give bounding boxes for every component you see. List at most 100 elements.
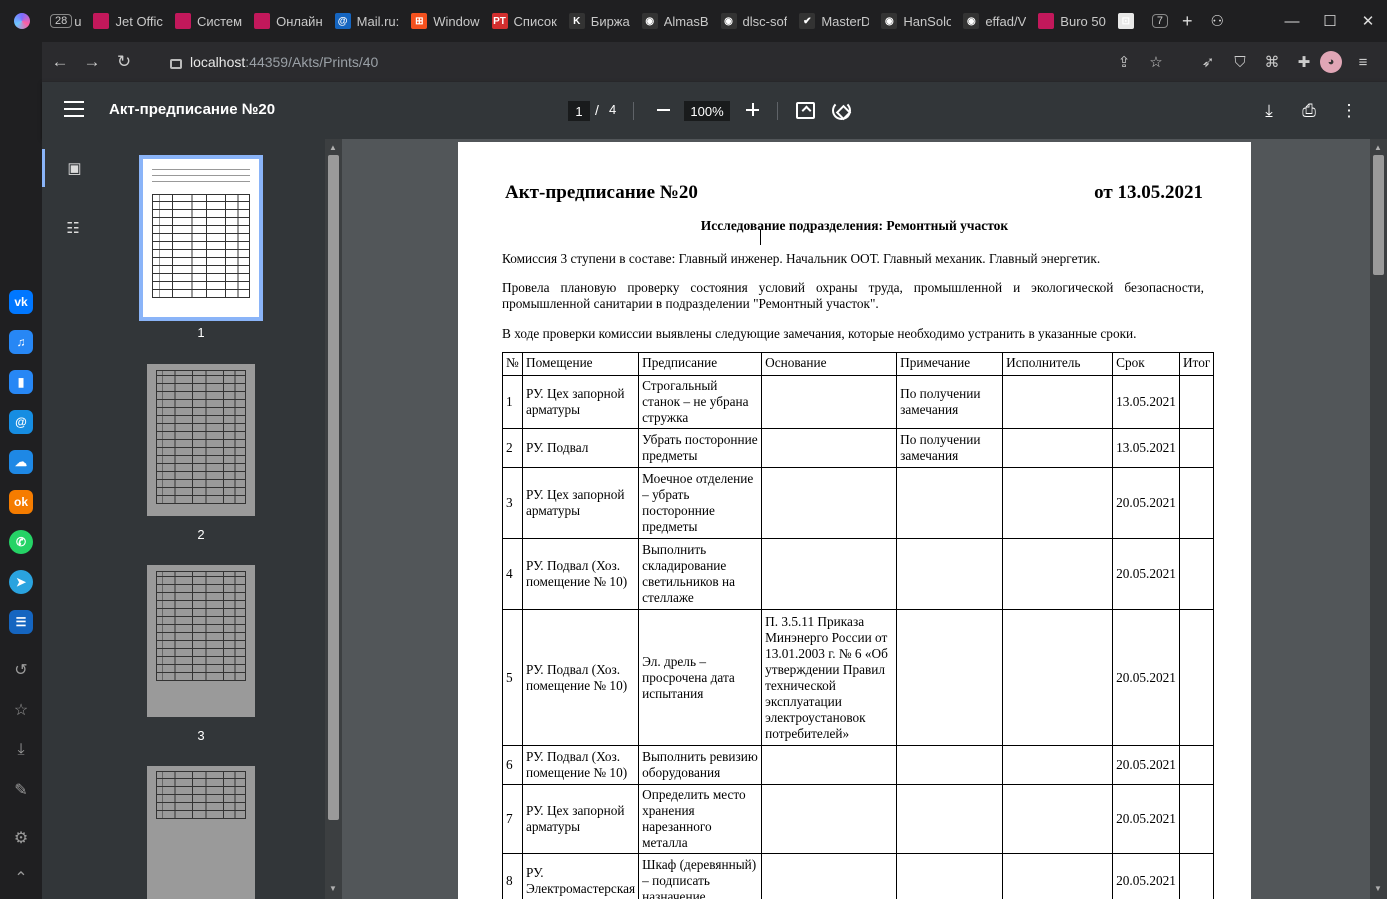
forward-button[interactable]: → xyxy=(76,46,108,78)
scroll-up-arrow-icon[interactable]: ▲ xyxy=(1374,143,1382,152)
browser-tab[interactable]: Систем xyxy=(169,0,248,42)
table-cell xyxy=(1002,609,1114,746)
scroll-up-arrow-icon[interactable]: ▲ xyxy=(329,143,337,152)
share-icon[interactable]: ⇪ xyxy=(1108,46,1140,78)
browser-tab[interactable]: ✔ MasterD xyxy=(793,0,875,42)
page-number-input[interactable]: 1 xyxy=(568,101,590,121)
url-path: :44359/Akts/Prints/40 xyxy=(245,54,379,70)
translate-icon[interactable]: ⌘ xyxy=(1256,46,1288,78)
tab-list: 28 u Jet Offic Систем Онлайн @ Mail.ru: ⊞ Window… xyxy=(44,0,1176,42)
tasks-icon[interactable]: ☰ xyxy=(9,610,33,634)
browser-tab[interactable]: ◉ HanSolo xyxy=(875,0,957,42)
table-cell: Определить место хранения нарезанного ме… xyxy=(638,784,763,854)
outline-tab-icon[interactable]: ☷ xyxy=(42,209,104,247)
stats-icon[interactable]: ▮ xyxy=(9,370,33,394)
table-row: 7 РУ. Цех запорной арматуры Определить мес… xyxy=(502,784,1215,854)
page-thumbnail-2[interactable] xyxy=(147,364,255,516)
browser-tab[interactable]: ◉ dlsc-sof xyxy=(715,0,794,42)
reload-button[interactable]: ↻ xyxy=(108,46,140,78)
table-cell: 6 xyxy=(502,745,523,785)
tab-menu-icon[interactable]: ⚇ xyxy=(1210,12,1223,30)
scroll-down-arrow-icon[interactable]: ▼ xyxy=(1374,884,1382,893)
tab-favicon-icon: PT xyxy=(491,13,508,29)
table-cell xyxy=(1002,467,1114,539)
rotate-icon[interactable] xyxy=(832,101,851,120)
table-cell xyxy=(1002,428,1114,468)
table-cell xyxy=(1178,784,1215,854)
hamburger-menu-icon[interactable] xyxy=(64,101,84,119)
download-icon[interactable]: ⤓ xyxy=(1249,98,1289,124)
browser-tab[interactable]: ◉ effad/V xyxy=(957,0,1032,42)
minimize-button[interactable]: — xyxy=(1273,0,1311,42)
browser-tab[interactable]: ⊞ Window xyxy=(405,0,485,42)
maximize-button[interactable]: ☐ xyxy=(1311,0,1349,42)
shield-icon[interactable]: ⛉ xyxy=(1224,46,1256,78)
browser-tab[interactable]: ◉ AlmasB xyxy=(636,0,715,42)
tab-label: Jet Offic xyxy=(115,13,163,29)
vk-icon[interactable]: vk xyxy=(9,290,33,314)
table-cell xyxy=(896,609,1004,746)
zoom-out-button[interactable] xyxy=(653,99,675,121)
mail-icon[interactable]: @ xyxy=(9,410,33,434)
favorites-icon[interactable]: ☆ xyxy=(11,700,31,720)
zoom-in-button[interactable] xyxy=(742,99,764,121)
browser-tab[interactable]: 7 xyxy=(1146,0,1176,42)
collapse-icon[interactable]: ⌃ xyxy=(11,868,31,888)
browser-tab[interactable]: Онлайн xyxy=(248,0,329,42)
browser-tab[interactable]: ⊡ xyxy=(1112,0,1146,42)
thumbnail-scrollbar[interactable]: ▲ ▼ xyxy=(325,139,342,899)
browser-tab[interactable]: Buro 50 xyxy=(1032,0,1112,42)
table-cell: По получении замечания xyxy=(896,428,1004,468)
table-cell: РУ. Цех запорной арматуры xyxy=(521,784,640,854)
telegram-icon[interactable]: ➤ xyxy=(9,570,33,594)
table-cell xyxy=(896,853,1004,899)
window-controls: — ☐ ✕ xyxy=(1273,0,1387,42)
table-cell xyxy=(1002,375,1114,429)
scroll-down-arrow-icon[interactable]: ▼ xyxy=(329,884,337,893)
fit-page-icon[interactable] xyxy=(796,102,815,119)
browser-tab[interactable]: PT Список xyxy=(486,0,563,42)
table-cell: РУ. Цех запорной арматуры xyxy=(521,375,640,429)
browser-tab[interactable]: K Биржа xyxy=(563,0,636,42)
avatar[interactable]: ◕ xyxy=(1320,51,1342,73)
browser-tab[interactable]: @ Mail.ru: xyxy=(329,0,406,42)
table-cell xyxy=(761,538,898,610)
url-field[interactable]: localhost:44359/Akts/Prints/40 xyxy=(170,49,1180,75)
scroll-thumb[interactable] xyxy=(328,155,339,820)
back-button[interactable]: ← xyxy=(44,46,76,78)
page-thumbnail-3[interactable] xyxy=(147,565,255,717)
scroll-thumb[interactable] xyxy=(1373,155,1384,275)
rocket-icon[interactable]: ➶ xyxy=(1192,46,1224,78)
tab-favicon-icon: ◉ xyxy=(963,13,980,29)
document-viewer[interactable]: Акт-предписание №20 от 13.05.2021 Исслед… xyxy=(342,139,1370,899)
music-icon[interactable]: ♫ xyxy=(9,330,33,354)
table-cell xyxy=(1178,467,1215,539)
print-icon[interactable]: ⎙ xyxy=(1289,98,1329,124)
browser-menu-icon[interactable]: ≡ xyxy=(1347,46,1379,78)
tools-icon[interactable]: ✎ xyxy=(11,780,31,800)
document-scrollbar[interactable]: ▲ ▼ xyxy=(1370,139,1387,899)
page-thumbnail-4[interactable] xyxy=(147,766,255,899)
more-options-icon[interactable]: ⋮ xyxy=(1329,98,1369,124)
close-window-button[interactable]: ✕ xyxy=(1349,0,1387,42)
table-cell: 20.05.2021 xyxy=(1112,745,1180,785)
browser-tab[interactable]: Jet Offic xyxy=(87,0,168,42)
cloud-icon[interactable]: ☁ xyxy=(9,450,33,474)
address-actions: ⇪ ☆ ➶ ⛉ ⌘ ✚ ◕ ≡ xyxy=(1108,46,1379,78)
act-title: Акт-предписание №20 xyxy=(505,182,698,203)
whatsapp-icon[interactable]: ✆ xyxy=(9,530,33,554)
thumbnails-tab-icon[interactable]: ▣ xyxy=(42,149,104,187)
extensions-icon[interactable]: ✚ xyxy=(1288,46,1320,78)
new-tab-button[interactable]: + xyxy=(1182,11,1193,32)
browser-logo-icon[interactable] xyxy=(14,13,30,29)
zoom-input[interactable]: 100% xyxy=(684,101,730,121)
browser-tab[interactable]: 28 u xyxy=(44,0,87,42)
page-thumbnail-1[interactable] xyxy=(139,155,263,321)
bookmark-star-icon[interactable]: ☆ xyxy=(1140,46,1172,78)
commission-paragraph: Комиссия 3 ступени в составе: Главный ин… xyxy=(502,251,1101,266)
table-cell: Выполнить ревизию оборудования xyxy=(638,745,763,785)
odnoklassniki-icon[interactable]: ok xyxy=(9,490,33,514)
settings-icon[interactable]: ⚙ xyxy=(11,828,31,848)
downloads-icon[interactable]: ⤓ xyxy=(11,740,31,760)
history-icon[interactable]: ↺ xyxy=(11,660,31,680)
